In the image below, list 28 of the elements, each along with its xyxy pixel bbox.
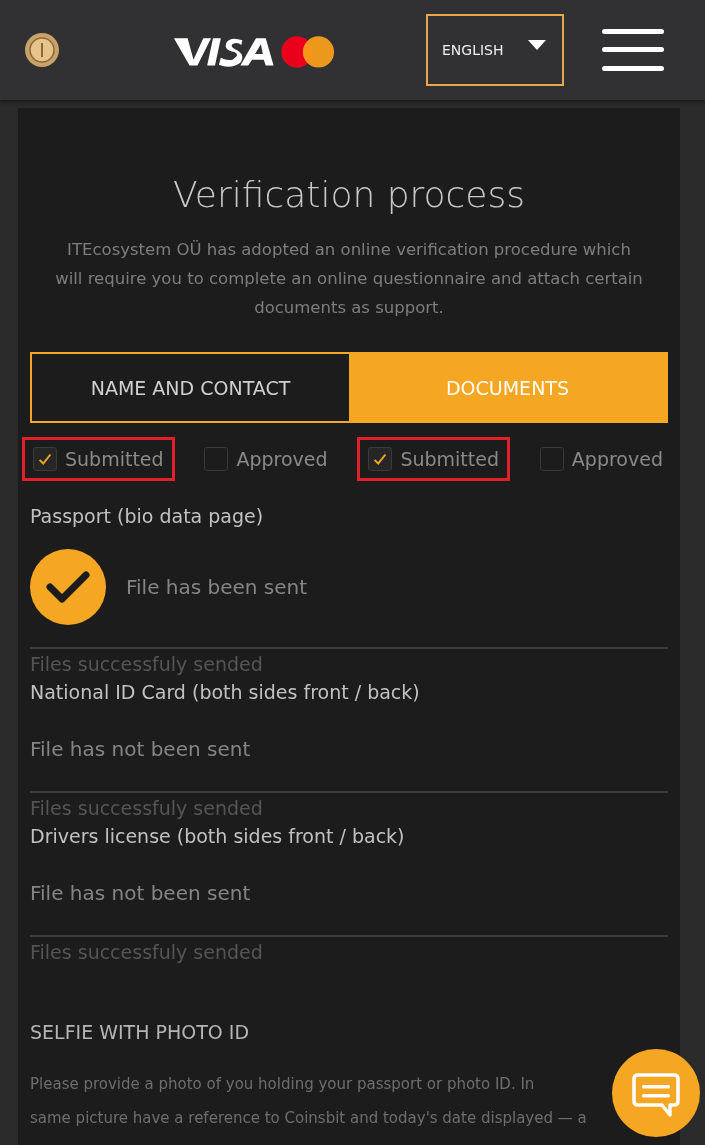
document-label: Passport (bio data page): [30, 505, 265, 527]
checkbox[interactable]: [539, 447, 564, 471]
menu-icon[interactable]: [602, 29, 664, 71]
coin-icon[interactable]: [24, 32, 60, 68]
section-heading: SELFIE WITH PHOTO ID: [30, 1021, 251, 1043]
checkbox[interactable]: [368, 447, 393, 471]
document-label: National ID Card (both sides front / back): [30, 681, 421, 703]
chat-icon[interactable]: [612, 1049, 700, 1137]
file-status-text: File has been sent: [126, 575, 308, 599]
page-title: Verification process: [171, 174, 527, 215]
tab[interactable]: NAME AND CONTACT: [32, 354, 349, 421]
checkbox-label: Submitted: [400, 448, 499, 470]
intro-text: ITEcosystem OÜ has adopted an online verification procedure which will require you to complete an online questionnaire and attach certain documents as support.: [54, 239, 644, 319]
instruction-text: Please provide a photo of you holding your passport or photo ID. In: [30, 1074, 535, 1095]
checkbox-label: Approved: [571, 448, 663, 470]
file-status-text: File has not been sent: [30, 881, 251, 905]
file-status-text: File has not been sent: [30, 737, 251, 761]
checkbox-label: Submitted: [65, 448, 164, 470]
document-label: Drivers license (both sides front / back): [30, 825, 406, 847]
checkbox-label: Approved: [236, 448, 328, 470]
instruction-text: same picture have a reference to Coinsbit and today's date displayed — a: [30, 1108, 587, 1129]
caret-icon: [528, 39, 546, 51]
checkbox[interactable]: [204, 447, 229, 471]
success-note: Files successfuly sended: [30, 791, 668, 819]
checkbox[interactable]: [33, 447, 57, 471]
language-dropdown[interactable]: ENGLISH: [426, 14, 564, 86]
success-note: Files successfuly sended: [30, 647, 668, 675]
success-note: Files successfuly sended: [30, 935, 668, 963]
